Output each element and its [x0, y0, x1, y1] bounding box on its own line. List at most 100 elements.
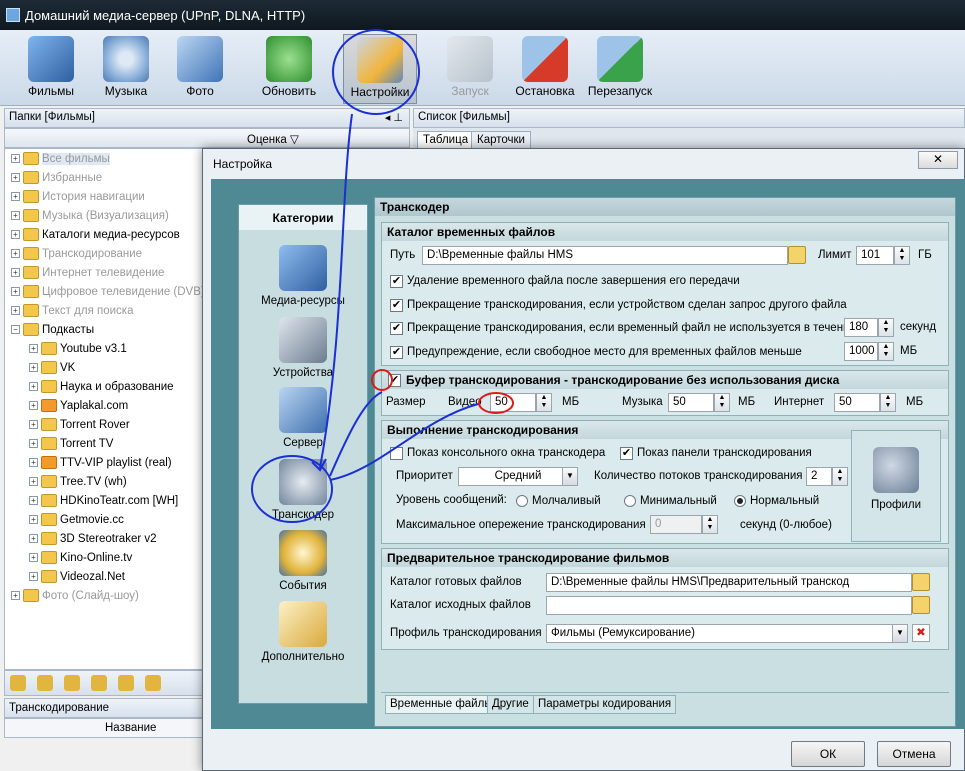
unused-seconds-spinner[interactable]: ▲ ▼	[878, 318, 894, 337]
music-button[interactable]: Музыка	[89, 34, 163, 104]
tree-item[interactable]: + VK	[29, 358, 75, 377]
threads-spinner[interactable]: ▲ ▼	[832, 467, 848, 486]
expand-icon[interactable]: +	[11, 173, 20, 182]
category-server[interactable]: Сервер	[239, 387, 367, 449]
expand-icon[interactable]: +	[11, 306, 20, 315]
tab-temp-files[interactable]: Временные файлы	[385, 695, 498, 714]
weather-icon[interactable]	[64, 675, 80, 691]
tree-item[interactable]: + Все фильмы	[11, 149, 110, 168]
limit-input[interactable]: 101	[856, 246, 894, 265]
expand-icon[interactable]: +	[29, 477, 38, 486]
expand-icon[interactable]: +	[29, 363, 38, 372]
ready-dir-input[interactable]: D:\Временные файлы HMS\Предварительный т…	[546, 573, 912, 592]
tree-item[interactable]: + Фото (Слайд-шоу)	[11, 586, 139, 605]
tab-encoding-params[interactable]: Параметры кодирования	[533, 695, 677, 714]
tree-item[interactable]: + Избранные	[11, 168, 102, 187]
tree-item[interactable]: + Наука и образование	[29, 377, 174, 396]
buffer-checkbox[interactable]: ✔	[388, 374, 401, 387]
music-buffer-spinner[interactable]: ▲ ▼	[714, 393, 730, 412]
free-space-checkbox[interactable]: ✔	[390, 345, 403, 359]
expand-icon[interactable]: +	[11, 268, 20, 277]
radio-minimal[interactable]	[624, 495, 636, 507]
ok-button[interactable]: ОК	[791, 741, 865, 767]
add-folder-icon[interactable]	[10, 675, 26, 691]
tree-item[interactable]: + Цифровое телевидение (DVB)	[11, 282, 205, 301]
threads-input[interactable]: 2	[806, 467, 832, 486]
tree-item[interactable]: + Kino-Online.tv	[29, 548, 132, 567]
expand-icon[interactable]: +	[11, 192, 20, 201]
close-button[interactable]: ✕	[918, 151, 958, 169]
profile-dropdown-icon[interactable]: ▼	[892, 625, 907, 642]
priority-dropdown-icon[interactable]: ▼	[562, 468, 577, 485]
limit-spinner[interactable]: ▲ ▼	[894, 246, 910, 265]
log-minimal-radio[interactable]: Минимальный	[624, 491, 717, 511]
tab-other[interactable]: Другие	[487, 695, 534, 714]
category-advanced[interactable]: Дополнительно	[239, 601, 367, 663]
start-button[interactable]: Запуск	[433, 34, 507, 104]
expand-icon[interactable]: +	[11, 287, 20, 296]
browse-ready-folder-icon[interactable]	[912, 573, 930, 591]
category-transcoder[interactable]: Транскодер	[239, 459, 367, 521]
tree-item[interactable]: + Текст для поиска	[11, 301, 133, 320]
tree-item[interactable]: − Подкасты	[11, 320, 94, 339]
expand-icon[interactable]: −	[11, 325, 20, 334]
expand-icon[interactable]: +	[29, 458, 38, 467]
tree-item[interactable]: + Yaplakal.com	[29, 396, 128, 415]
expand-icon[interactable]: +	[11, 211, 20, 220]
opt-stop-unused[interactable]: ✔ Прекращение транскодирования, если врем…	[390, 318, 856, 338]
expand-icon[interactable]: +	[29, 382, 38, 391]
opt-delete-temp[interactable]: ✔ Удаление временного файла после заверше…	[390, 271, 740, 291]
tree-item[interactable]: + Tree.TV (wh)	[29, 472, 127, 491]
expand-icon[interactable]: +	[29, 534, 38, 543]
stop-on-request-checkbox[interactable]: ✔	[390, 298, 403, 312]
stop-unused-checkbox[interactable]: ✔	[390, 321, 403, 335]
tree-item[interactable]: + Youtube v3.1	[29, 339, 127, 358]
cancel-button[interactable]: Отмена	[877, 741, 951, 767]
tree-item[interactable]: + TTV-VIP playlist (real)	[29, 453, 172, 472]
console-checkbox[interactable]	[390, 446, 403, 460]
category-events[interactable]: События	[239, 530, 367, 592]
rating-column[interactable]: Оценка ▽	[247, 132, 299, 146]
tree-item[interactable]: + Музыка (Визуализация)	[11, 206, 169, 225]
transcoding-name-column[interactable]: Название	[4, 718, 204, 738]
tree-item[interactable]: + HDKinoTeatr.com [WH]	[29, 491, 178, 510]
panel-checkbox[interactable]: ✔	[620, 446, 633, 460]
tree-item[interactable]: + Torrent TV	[29, 434, 113, 453]
expand-icon[interactable]: +	[11, 154, 20, 163]
expand-icon[interactable]: +	[29, 553, 38, 562]
tree-item[interactable]: + Torrent Rover	[29, 415, 130, 434]
log-normal-radio[interactable]: Нормальный	[734, 491, 819, 511]
category-media-resources[interactable]: Медиа-ресурсы	[239, 245, 367, 307]
browse-source-folder-icon[interactable]	[912, 596, 930, 614]
video-buffer-input[interactable]: 50	[490, 393, 536, 412]
profiles-button[interactable]: Профили	[851, 430, 941, 542]
internet-buffer-input[interactable]: 50	[834, 393, 880, 412]
refresh-button[interactable]: Обновить	[252, 34, 326, 104]
music-buffer-input[interactable]: 50	[668, 393, 714, 412]
photo-button[interactable]: Фото	[163, 34, 237, 104]
unused-seconds-input[interactable]: 180	[844, 318, 878, 337]
opt-transcoding-panel[interactable]: ✔ Показ панели транскодирования	[620, 443, 812, 463]
radio-normal[interactable]	[734, 495, 746, 507]
profile-select[interactable]: Фильмы (Ремуксирование)	[546, 624, 908, 643]
expand-icon[interactable]: +	[29, 401, 38, 410]
settings-button[interactable]: Настройки	[343, 34, 417, 104]
advance-input[interactable]: 0	[650, 515, 702, 534]
tree-item[interactable]: + История навигации	[11, 187, 145, 206]
video-buffer-spinner[interactable]: ▲ ▼	[536, 393, 552, 412]
advance-spinner[interactable]: ▲ ▼	[702, 515, 718, 534]
free-space-spinner[interactable]: ▲ ▼	[878, 342, 894, 361]
expand-icon[interactable]: +	[11, 249, 20, 258]
expand-icon[interactable]: +	[11, 230, 20, 239]
expand-icon[interactable]: +	[29, 515, 38, 524]
tree-item[interactable]: + Транскодирование	[11, 244, 142, 263]
expand-icon[interactable]: +	[29, 344, 38, 353]
expand-icon[interactable]: +	[29, 496, 38, 505]
edit-icon[interactable]	[118, 675, 134, 691]
radio-silent[interactable]	[516, 495, 528, 507]
expand-icon[interactable]: +	[29, 572, 38, 581]
expand-icon[interactable]: +	[29, 439, 38, 448]
opt-stop-on-request[interactable]: ✔ Прекращение транскодирования, если устр…	[390, 295, 847, 315]
tree-item[interactable]: +3D Stereotraker v2	[29, 529, 157, 548]
source-dir-input[interactable]	[546, 596, 912, 615]
